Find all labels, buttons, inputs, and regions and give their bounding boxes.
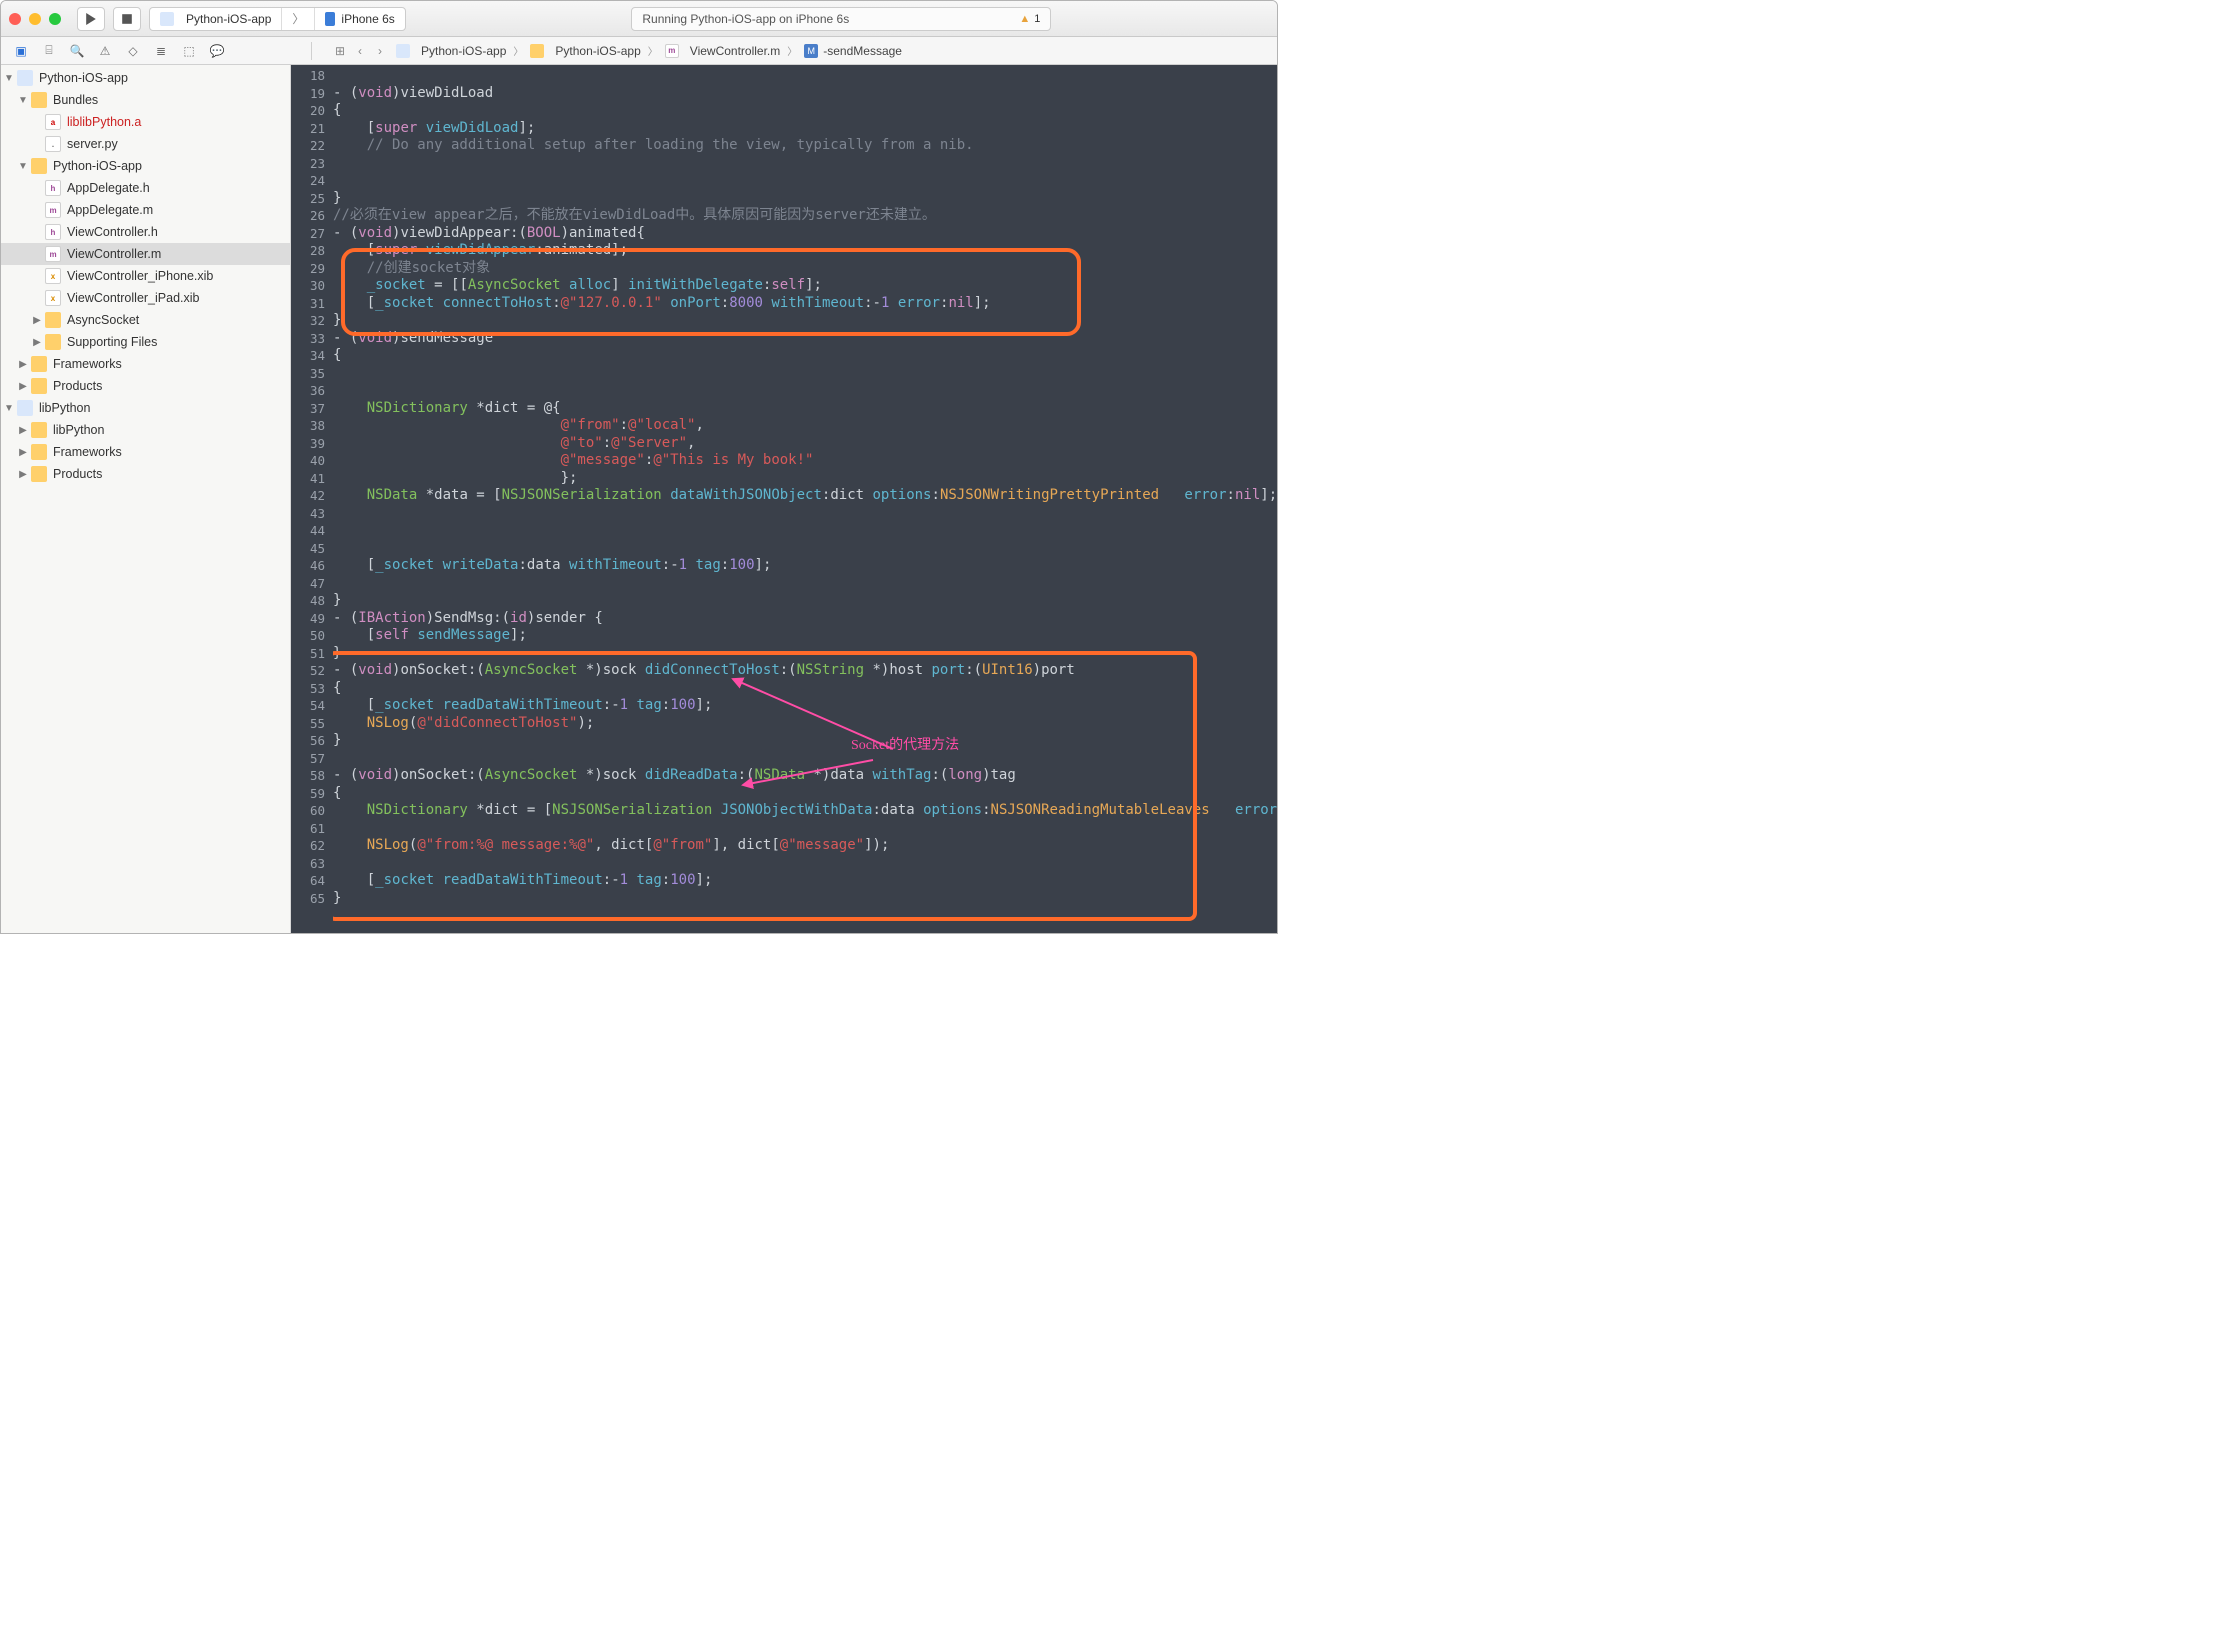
tree-appdelegate-h[interactable]: hAppDelegate.h: [1, 177, 290, 199]
phone-icon: [325, 12, 335, 26]
issue-navigator-icon[interactable]: ⚠: [97, 43, 113, 59]
tree-bundles[interactable]: ▼Bundles: [1, 89, 290, 111]
warning-count: 1: [1034, 13, 1040, 25]
tree-frameworks2[interactable]: ▶Frameworks: [1, 441, 290, 463]
warning-icon: ▲: [1019, 13, 1030, 25]
jump-folder[interactable]: Python-iOS-app: [524, 41, 646, 61]
tree-products1[interactable]: ▶Products: [1, 375, 290, 397]
close-icon[interactable]: [9, 13, 21, 25]
scheme-selector[interactable]: Python-iOS-app 〉 iPhone 6s: [149, 7, 406, 31]
tree-libpython-proj[interactable]: ▼libPython: [1, 397, 290, 419]
tree-vc-iphone-xib[interactable]: xViewController_iPhone.xib: [1, 265, 290, 287]
tree-libpython-folder[interactable]: ▶libPython: [1, 419, 290, 441]
tree-root[interactable]: ▼Python-iOS-app: [1, 67, 290, 89]
breakpoint-navigator-icon[interactable]: ⬚: [181, 43, 197, 59]
search-icon[interactable]: 🔍: [69, 43, 85, 59]
traffic-lights: [9, 13, 61, 25]
zoom-icon[interactable]: [49, 13, 61, 25]
activity-status: Running Python-iOS-app on iPhone 6s ▲ 1: [631, 7, 1051, 31]
tree-frameworks1[interactable]: ▶Frameworks: [1, 353, 290, 375]
tree-viewcontroller-m[interactable]: mViewController.m: [1, 243, 290, 265]
back-button[interactable]: ‹: [350, 41, 370, 61]
jump-method[interactable]: M-sendMessage: [798, 41, 908, 61]
report-navigator-icon[interactable]: 💬: [209, 43, 225, 59]
line-gutter: 1819202122232425262728293031323334353637…: [291, 65, 333, 933]
tree-products2[interactable]: ▶Products: [1, 463, 290, 485]
tree-vc-ipad-xib[interactable]: xViewController_iPad.xib: [1, 287, 290, 309]
minimize-icon[interactable]: [29, 13, 41, 25]
test-navigator-icon[interactable]: ◇: [125, 43, 141, 59]
scheme-app-label: Python-iOS-app: [186, 12, 271, 26]
tree-supporting[interactable]: ▶Supporting Files: [1, 331, 290, 353]
symbol-navigator-icon[interactable]: ⌸: [41, 43, 57, 59]
project-navigator-icon[interactable]: ▣: [13, 43, 29, 59]
navigator-toolbar: ▣ ⌸ 🔍 ⚠ ◇ ≣ ⬚ 💬 ⊞ ‹ › Python-iOS-app 〉 P…: [1, 37, 1277, 65]
stop-button[interactable]: [113, 7, 141, 31]
tree-serverpy[interactable]: .server.py: [1, 133, 290, 155]
tree-asyncsocket[interactable]: ▶AsyncSocket: [1, 309, 290, 331]
project-navigator[interactable]: ▼Python-iOS-app ▼Bundles aliblibPython.a…: [1, 65, 291, 933]
source-view[interactable]: - (void)viewDidLoad{ [super viewDidLoad]…: [333, 65, 1277, 933]
tree-viewcontroller-h[interactable]: hViewController.h: [1, 221, 290, 243]
scheme-device-label: iPhone 6s: [341, 12, 394, 26]
run-button[interactable]: [77, 7, 105, 31]
related-items-button[interactable]: ⊞: [330, 41, 350, 61]
tree-app-folder[interactable]: ▼Python-iOS-app: [1, 155, 290, 177]
titlebar: Python-iOS-app 〉 iPhone 6s Running Pytho…: [1, 1, 1277, 37]
tree-liblibpython[interactable]: aliblibPython.a: [1, 111, 290, 133]
jump-file[interactable]: mViewController.m: [659, 41, 786, 61]
debug-navigator-icon[interactable]: ≣: [153, 43, 169, 59]
code-editor[interactable]: 1819202122232425262728293031323334353637…: [291, 65, 1277, 933]
tree-appdelegate-m[interactable]: mAppDelegate.m: [1, 199, 290, 221]
forward-button[interactable]: ›: [370, 41, 390, 61]
status-text: Running Python-iOS-app on iPhone 6s: [642, 12, 849, 26]
jump-project[interactable]: Python-iOS-app: [390, 41, 512, 61]
